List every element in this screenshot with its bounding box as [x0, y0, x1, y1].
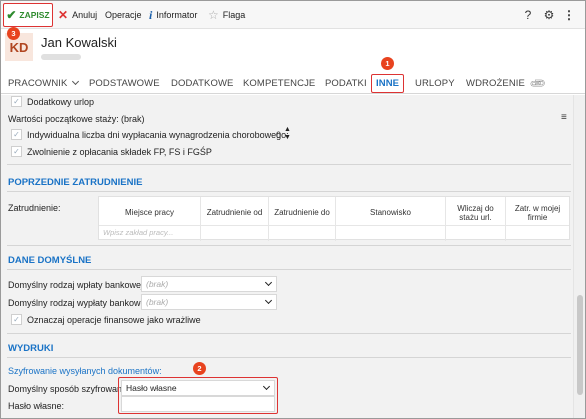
- operations-button[interactable]: Operacje: [105, 1, 142, 29]
- cancel-label: Anuluj: [72, 10, 98, 20]
- workplace-new-row-input[interactable]: Wpisz zakład pracy...: [103, 228, 173, 237]
- payment-out-label: Domyślny rodzaj wypłaty bankowej:: [8, 298, 151, 308]
- chevron-down-icon: [71, 77, 79, 86]
- operations-label: Operacje: [105, 10, 142, 20]
- column-header[interactable]: Zatrudnienie od: [201, 197, 269, 241]
- sensitive-ops-checkbox[interactable]: ✓: [11, 314, 22, 325]
- star-icon: ☆: [208, 8, 219, 22]
- annotation-badge-3: 3: [7, 27, 20, 40]
- employee-name: Jan Kowalski: [41, 35, 117, 50]
- fp-exemption-label: Zwolnienie z opłacania składek FP, FS i …: [27, 147, 212, 157]
- previous-employment-table[interactable]: Miejsce pracy Zatrudnienie od Zatrudnien…: [98, 196, 570, 241]
- checkmark-icon: ✔: [6, 8, 17, 22]
- header-row-divider: [99, 225, 569, 226]
- column-header-label: Wliczaj do stażu url.: [457, 203, 494, 222]
- tab-wdrozenie[interactable]: WDROŻENIE: [466, 72, 525, 94]
- chevron-down-icon: [262, 382, 271, 391]
- employee-subtitle-blurred: [41, 54, 81, 60]
- sensitive-ops-label: Oznaczaj operacje finansowe jako wrażliw…: [27, 315, 201, 325]
- tab-attachments[interactable]: 📎︎: [529, 72, 548, 94]
- scrollbar-thumb[interactable]: [577, 295, 583, 395]
- encryption-link[interactable]: Szyfrowanie wysyłanych dokumentów:: [8, 366, 162, 376]
- save-button[interactable]: ✔ ZAPISZ: [3, 3, 53, 27]
- cancel-button[interactable]: ✕ Anuluj: [58, 1, 97, 29]
- column-header-label: Zatrudnienie do: [274, 208, 330, 218]
- column-header[interactable]: Zatrudnienie do: [269, 197, 336, 241]
- start-tenure-label: Wartości początkowe staży:: [8, 114, 119, 124]
- column-header-label: Miejsce pracy: [125, 208, 174, 218]
- start-tenure-value[interactable]: (brak): [121, 114, 145, 124]
- payment-in-label: Domyślny rodzaj wpłaty bankowej:: [8, 280, 146, 290]
- vertical-scrollbar[interactable]: [573, 95, 585, 418]
- informator-button[interactable]: i Informator: [149, 1, 197, 29]
- encryption-method-label: Domyślny sposób szyfrowania:: [8, 384, 132, 394]
- informator-label: Informator: [156, 10, 198, 20]
- tab-podatki[interactable]: PODATKI: [325, 72, 367, 94]
- flag-button[interactable]: ☆ Flaga: [208, 1, 245, 29]
- divider: [7, 164, 571, 165]
- chevron-down-icon: [264, 296, 273, 305]
- tab-podstawowe[interactable]: PODSTAWOWE: [89, 72, 160, 94]
- tab-inne[interactable]: INNE: [371, 74, 405, 93]
- column-header-label: Zatr. w mojej firmie: [514, 203, 561, 222]
- column-header-label: Zatrudnienie od: [206, 208, 263, 218]
- tab-bar: PRACOWNIK PODSTAWOWE DODATKOWE KOMPETENC…: [1, 72, 585, 94]
- column-header[interactable]: Stanowisko: [336, 197, 446, 241]
- employment-label: Zatrudnienie:: [8, 203, 61, 213]
- divider: [7, 191, 571, 192]
- tab-dodatkowe[interactable]: DODATKOWE: [171, 72, 233, 94]
- divider: [7, 269, 571, 270]
- more-menu-icon[interactable]: ⋮: [562, 1, 576, 29]
- fp-exemption-checkbox[interactable]: ✓: [11, 146, 22, 157]
- additional-leave-label: Dodatkowy urlop: [27, 97, 95, 107]
- info-icon: i: [149, 7, 153, 22]
- payment-out-select[interactable]: (brak): [141, 294, 277, 310]
- help-icon[interactable]: ?: [521, 1, 535, 29]
- annotation-badge-1: 1: [381, 57, 394, 70]
- gear-icon[interactable]: ⚙: [542, 1, 556, 29]
- previous-employment-title: POPRZEDNIE ZATRUDNIENIE: [8, 177, 143, 188]
- sick-days-label: Indywidualna liczba dni wypłacania wynag…: [27, 130, 289, 140]
- own-password-label: Hasło własne:: [8, 401, 65, 411]
- payment-in-select[interactable]: (brak): [141, 276, 277, 292]
- paperclip-icon: 📎︎: [529, 74, 548, 93]
- stepper-icon[interactable]: ▲ ▼: [284, 126, 291, 142]
- tab-kompetencje[interactable]: KOMPETENCJE: [243, 72, 315, 94]
- tab-urlopy[interactable]: URLOPY: [415, 72, 455, 94]
- payment-out-value: (brak): [146, 297, 169, 307]
- chevron-down-icon: [264, 278, 273, 287]
- close-icon: ✕: [58, 8, 69, 22]
- payment-in-value: (brak): [146, 279, 169, 289]
- flag-label: Flaga: [222, 10, 246, 20]
- save-label: ZAPISZ: [19, 10, 50, 20]
- printouts-title: WYDRUKI: [8, 343, 54, 354]
- tab-label: PRACOWNIK: [8, 77, 68, 89]
- toolbar: ✔ ZAPISZ ✕ Anuluj Operacje i Informator …: [1, 1, 585, 29]
- annotation-badge-2: 2: [193, 362, 206, 375]
- tab-pracownik[interactable]: PRACOWNIK: [8, 72, 79, 94]
- sick-days-value[interactable]: 0: [276, 130, 281, 140]
- encryption-method-select[interactable]: Hasło własne: [121, 380, 275, 396]
- divider: [7, 333, 571, 334]
- employee-header: KD Jan Kowalski: [1, 29, 585, 72]
- defaults-title: DANE DOMYŚLNE: [8, 255, 92, 266]
- sick-days-checkbox[interactable]: ✓: [11, 129, 22, 140]
- additional-leave-checkbox[interactable]: ✓: [11, 96, 22, 107]
- column-header[interactable]: Zatr. w mojej firmie: [506, 197, 569, 241]
- divider: [7, 245, 571, 246]
- encryption-method-value: Hasło własne: [126, 383, 177, 393]
- column-header[interactable]: Wliczaj do stażu url.: [446, 197, 506, 241]
- column-header-label: Stanowisko: [370, 208, 411, 218]
- own-password-input[interactable]: [121, 396, 275, 412]
- inne-content: ✓ Dodatkowy urlop Wartości początkowe st…: [1, 95, 573, 418]
- menu-icon[interactable]: ≡: [561, 112, 567, 123]
- divider: [7, 357, 571, 358]
